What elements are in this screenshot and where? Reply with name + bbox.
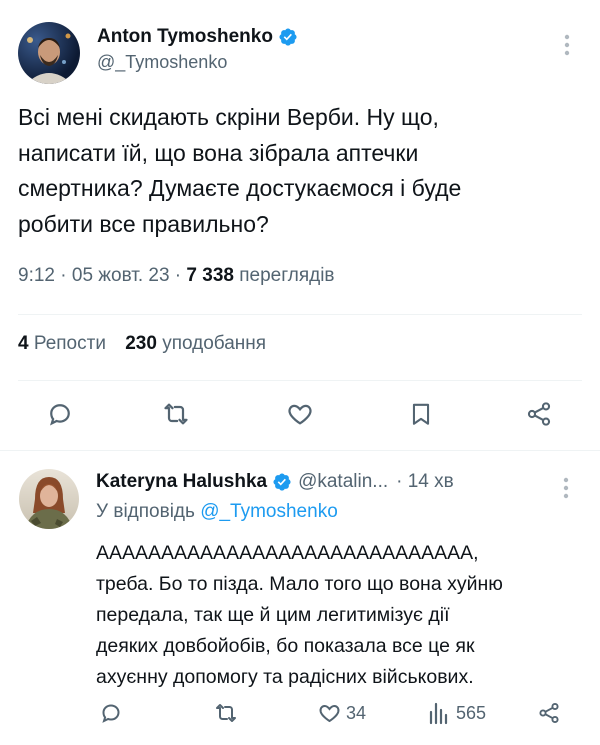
reply-views-count: 565 [456, 702, 487, 723]
verified-badge-icon [278, 27, 298, 47]
share-button[interactable] [525, 400, 553, 433]
tweet-text-line: Всі мені скидають скріни Верби. Ну що, [18, 104, 439, 130]
reply-text: ААААААААААААААААААААААААААААА, треба. Бо… [96, 538, 596, 693]
author-avatar[interactable] [18, 22, 80, 84]
reposts-label: Репости [33, 333, 106, 354]
repost-button[interactable] [161, 400, 191, 433]
tweet-text-line: смертника? Думаєте достукаємося і буде [18, 175, 462, 201]
author-handle[interactable]: @_Tymoshenko [97, 52, 298, 73]
reply-text-line: деяких довбойобів, бо показала все це як [96, 635, 475, 657]
reply-views-button[interactable]: 565 [428, 701, 486, 725]
like-button[interactable] [285, 400, 315, 433]
tweet-date[interactable]: 05 жовт. 23 [72, 265, 170, 286]
bookmark-icon [408, 400, 434, 428]
divider [18, 314, 582, 315]
more-options-icon[interactable] [564, 34, 570, 61]
views-label: переглядів [239, 265, 335, 286]
likes-count: 230 [125, 333, 157, 354]
views-count: 7 338 [186, 265, 234, 286]
replying-to: У відповідь @_Tymoshenko [96, 501, 338, 523]
reply-button[interactable] [46, 400, 74, 433]
reply-text-line: ахуєнну допомогу та радісних військових. [96, 666, 474, 688]
repost-icon [213, 701, 239, 725]
reply-text-line: передала, так ще й цим легитимізує дії [96, 604, 450, 626]
divider [18, 380, 582, 381]
views-chart-icon [428, 701, 450, 725]
share-icon [525, 400, 553, 428]
reply-header: Kateryna Halushka @katalin... · 14 хв [96, 469, 454, 495]
divider [0, 450, 600, 451]
tweet-meta: 9:12 · 05 жовт. 23 · 7 338 переглядів [18, 265, 335, 287]
engagement-stats: 4 Репости 230 уподобання [18, 333, 266, 355]
reply-text-line: треба. Бо то пізда. Мало того що вона ху… [96, 573, 503, 595]
author-name[interactable]: Anton Tymoshenko [97, 26, 273, 48]
reply-share-button[interactable] [537, 701, 561, 730]
reposts-stat[interactable]: 4 Репости [18, 333, 111, 354]
separator: · [169, 265, 187, 286]
repost-icon [161, 400, 191, 428]
replying-to-label: У відповідь [96, 501, 195, 522]
separator: · [54, 265, 72, 286]
author-info: Anton Tymoshenko @_Tymoshenko [97, 24, 298, 73]
reply-time[interactable]: · 14 хв [396, 471, 454, 493]
tweet-text-line: написати їй, що вона зібрала аптечки [18, 139, 419, 166]
reply-more-options-icon[interactable] [563, 477, 569, 504]
likes-stat[interactable]: 230 уподобання [125, 333, 266, 354]
reply-icon [99, 701, 123, 725]
reply-like-button[interactable]: 34 [317, 701, 366, 725]
reply-repost-button[interactable] [213, 701, 239, 730]
tweet-time[interactable]: 9:12 [18, 265, 55, 286]
reply-likes-count: 34 [346, 702, 367, 723]
tweet-text: Всі мені скидають скріни Верби. Ну що, н… [18, 100, 588, 242]
likes-label: уподобання [162, 333, 267, 354]
replying-to-handle[interactable]: @_Tymoshenko [200, 501, 338, 522]
reply-icon [46, 400, 74, 428]
reposts-count: 4 [18, 333, 29, 354]
verified-badge-icon [272, 472, 292, 492]
reply-author-avatar[interactable] [19, 469, 79, 529]
reply-text-line: ААААААААААААААААААААААААААААА, [96, 542, 479, 564]
reply-author-name[interactable]: Kateryna Halushka [96, 471, 267, 493]
tweet-text-line: робити все правильно? [18, 210, 269, 237]
like-icon [317, 701, 342, 725]
like-icon [285, 400, 315, 428]
share-icon [537, 701, 561, 725]
reply-author-handle[interactable]: @katalin... [298, 471, 388, 493]
bookmark-button[interactable] [408, 400, 434, 433]
reply-reply-button[interactable] [99, 701, 123, 730]
